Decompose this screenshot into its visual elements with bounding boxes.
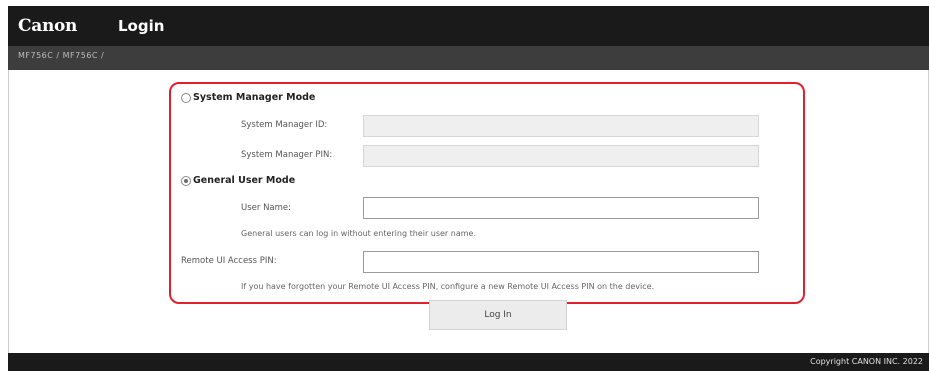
remote-ui-pin-label: Remote UI Access PIN: xyxy=(181,256,277,266)
remote-ui-pin-hint: If you have forgotten your Remote UI Acc… xyxy=(241,282,655,291)
system-manager-id-field[interactable] xyxy=(363,115,759,137)
footer-bar: Copyright CANON INC. 2022 xyxy=(8,353,929,371)
general-user-hint: General users can log in without enterin… xyxy=(241,229,476,238)
general-user-mode-radio[interactable] xyxy=(181,176,191,186)
device-info-bar: MF756C / MF756C / xyxy=(8,46,929,70)
system-manager-mode-label[interactable]: System Manager Mode xyxy=(193,92,315,103)
login-form-highlight: System Manager Mode System Manager ID: S… xyxy=(169,82,805,304)
system-manager-pin-field[interactable] xyxy=(363,145,759,167)
log-in-button[interactable]: Log In xyxy=(429,300,567,330)
copyright-text: Copyright CANON INC. 2022 xyxy=(810,357,923,366)
main-content: System Manager Mode System Manager ID: S… xyxy=(8,70,929,353)
general-user-mode-label[interactable]: General User Mode xyxy=(193,175,295,186)
system-manager-id-label: System Manager ID: xyxy=(241,120,328,130)
user-name-label: User Name: xyxy=(241,203,292,213)
device-model-name: MF756C / MF756C / xyxy=(18,51,105,60)
canon-logo: Canon xyxy=(18,16,78,36)
system-manager-mode-radio[interactable] xyxy=(181,93,191,103)
system-manager-pin-label: System Manager PIN: xyxy=(241,150,333,160)
app-frame: Canon Login MF756C / MF756C / System Man… xyxy=(8,6,929,371)
page-title: Login xyxy=(118,17,165,35)
user-name-field[interactable] xyxy=(363,197,759,219)
header-bar: Canon Login xyxy=(8,6,929,46)
remote-ui-pin-field[interactable] xyxy=(363,251,759,273)
